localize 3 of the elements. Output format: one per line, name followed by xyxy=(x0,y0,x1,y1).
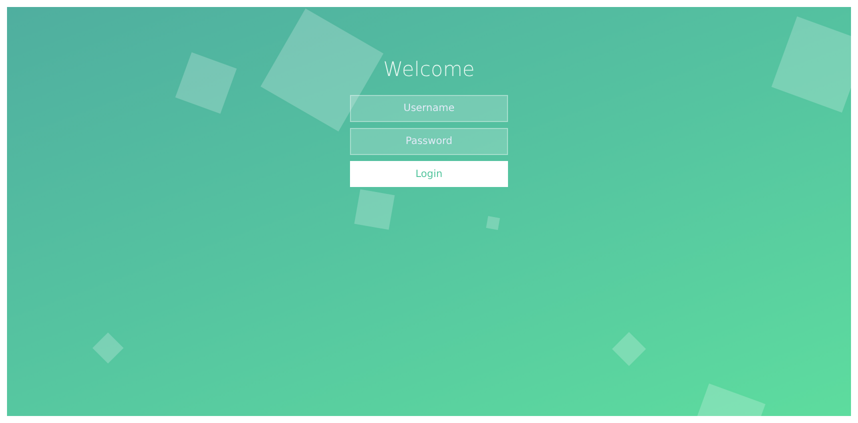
welcome-title: Welcome xyxy=(382,57,476,81)
decorative-square xyxy=(486,216,500,230)
login-button[interactable]: Login xyxy=(350,161,508,187)
